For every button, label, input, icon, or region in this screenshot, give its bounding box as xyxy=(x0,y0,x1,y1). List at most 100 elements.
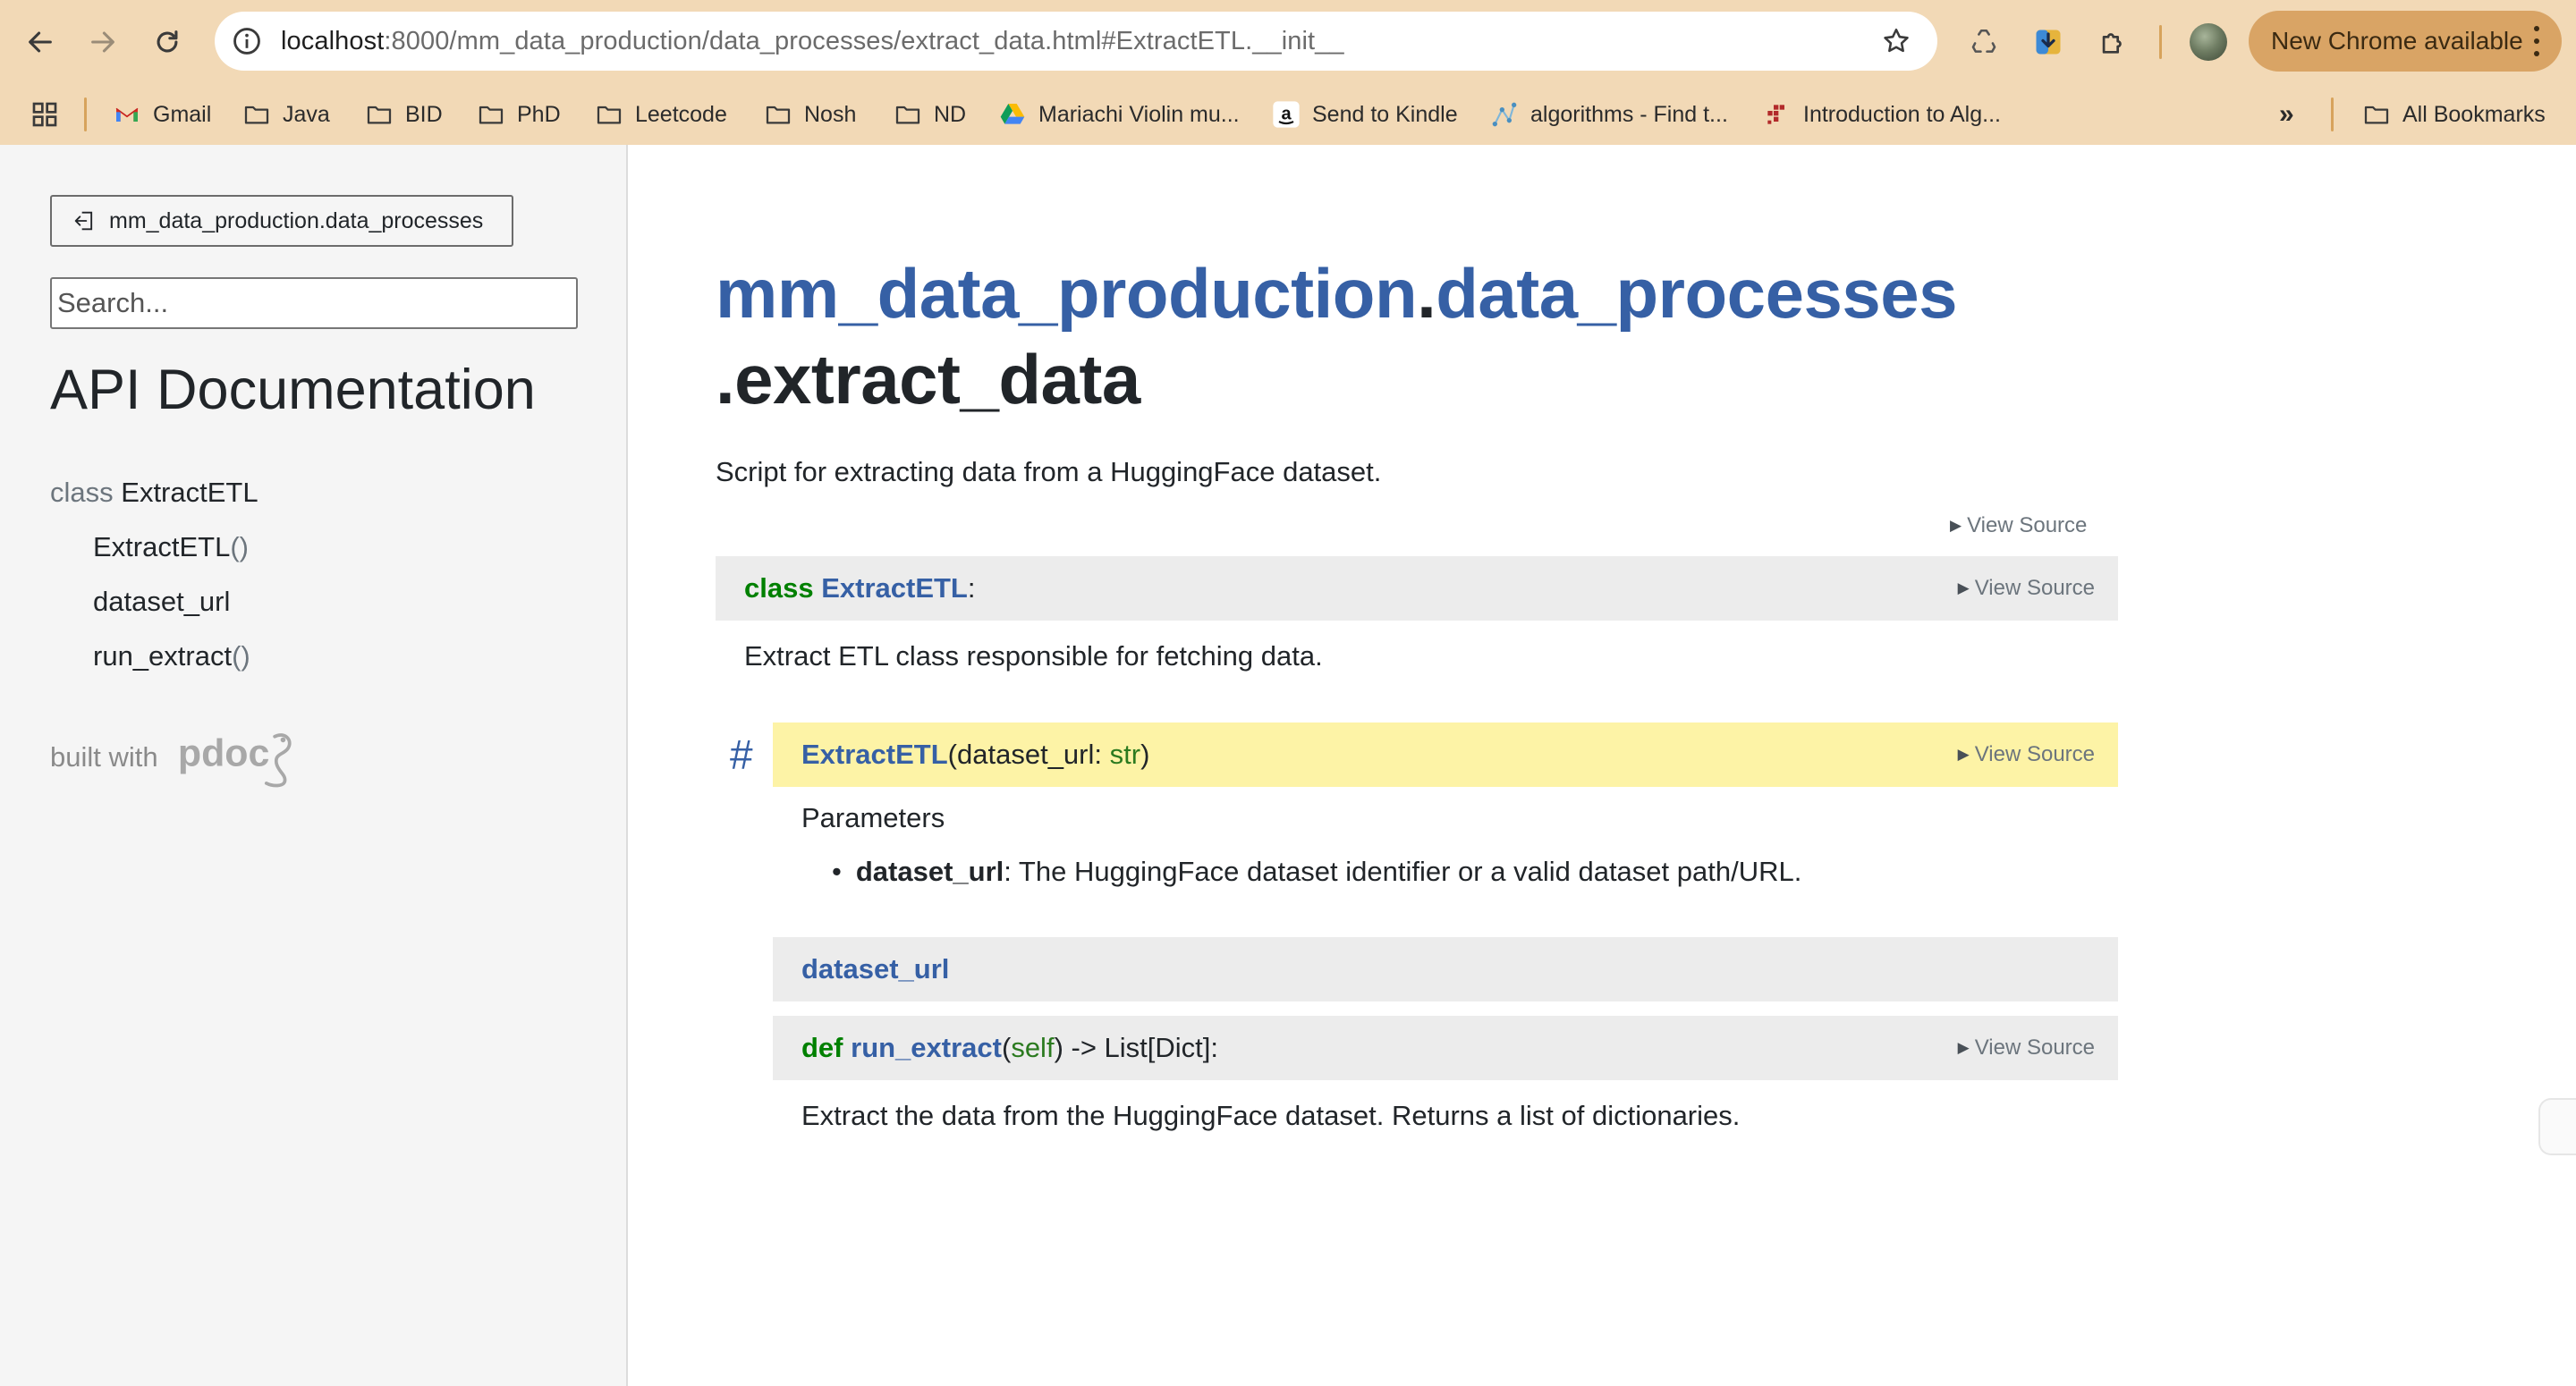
bookmarks-separator xyxy=(84,97,87,131)
folder-icon xyxy=(364,99,394,130)
folder-icon xyxy=(242,99,272,130)
graph-icon xyxy=(1489,99,1520,130)
init-name-link[interactable]: ExtractETL xyxy=(801,739,948,770)
apps-grid-icon[interactable] xyxy=(30,84,59,145)
api-documentation-heading: API Documentation xyxy=(50,359,536,421)
extensions-puzzle-icon[interactable] xyxy=(2090,20,2135,64)
title-package-link[interactable]: mm_data_production xyxy=(716,254,1418,333)
method-signature-text: def run_extract(self) -> List[Dict]: xyxy=(801,1016,1218,1080)
method-open-paren: ( xyxy=(1001,1032,1012,1063)
folder-icon xyxy=(594,99,624,130)
bookmark-label: Nosh xyxy=(804,101,857,127)
address-bar[interactable]: localhost:8000/mm_data_production/data_p… xyxy=(215,12,1937,71)
member-parens: () xyxy=(230,531,249,562)
sidebar-member-list: class ExtractETL ExtractETL() dataset_ur… xyxy=(50,465,258,683)
back-arrow-icon[interactable] xyxy=(18,20,63,64)
folder-icon xyxy=(2361,99,2392,130)
sidebar: mm_data_production.data_processes API Do… xyxy=(0,145,628,1386)
init-open-paren: ( xyxy=(947,739,957,770)
title-subpackage-link[interactable]: data_processes xyxy=(1436,254,1957,333)
all-bookmarks[interactable]: All Bookmarks xyxy=(2361,84,2546,145)
overflow-label: » xyxy=(2279,99,2294,129)
url-text[interactable]: localhost:8000/mm_data_production/data_p… xyxy=(281,12,1344,71)
sidebar-item-run-extract[interactable]: run_extract() xyxy=(50,629,258,683)
permalink-anchor[interactable]: # xyxy=(730,731,753,779)
built-with-label: built with xyxy=(50,741,158,773)
new-chrome-available-button[interactable]: New Chrome available xyxy=(2249,11,2562,72)
side-panel-handle[interactable] xyxy=(2538,1098,2576,1155)
sidebar-item-dataset-url[interactable]: dataset_url xyxy=(50,574,258,629)
bookmarks-bar: Gmail Java BID PhD Leetcode Nosh ND Mari… xyxy=(0,84,2576,146)
bookmark-leetcode[interactable]: Leetcode xyxy=(594,84,727,145)
attribute-signature: dataset_url xyxy=(773,937,2118,1001)
pdoc-logo-icon: pdoc xyxy=(176,726,301,789)
view-source-init[interactable]: ▶ View Source xyxy=(1958,742,2095,767)
bookmarks-separator xyxy=(2331,97,2334,131)
bookmark-java[interactable]: Java xyxy=(242,84,330,145)
bookmarks-overflow-chevron-icon[interactable]: » xyxy=(2279,84,2294,145)
amazon-icon: a xyxy=(1271,99,1301,130)
bookmark-nd[interactable]: ND xyxy=(893,84,966,145)
bookmark-label: algorithms - Find t... xyxy=(1530,101,1728,127)
sidebar-item-class-extractetl[interactable]: class ExtractETL xyxy=(50,465,258,520)
update-button-label: New Chrome available xyxy=(2271,27,2523,55)
method-return-annotation: ) -> List[Dict]: xyxy=(1054,1032,1219,1063)
profile-avatar[interactable] xyxy=(2190,23,2227,61)
disclosure-triangle-icon: ▶ xyxy=(1950,517,1962,534)
view-source-method[interactable]: ▶ View Source xyxy=(1958,1035,2095,1061)
class-keyword: class xyxy=(744,572,814,604)
view-source-class[interactable]: ▶ View Source xyxy=(1958,576,2095,601)
view-source-module[interactable]: ▶ View Source xyxy=(1950,513,2087,538)
parameter-list-item: • dataset_url: The HuggingFace dataset id… xyxy=(832,856,1801,888)
method-docstring: Extract the data from the HuggingFace da… xyxy=(801,1100,1741,1131)
bookmark-label: PhD xyxy=(517,101,561,127)
bookmark-gmail[interactable]: Gmail xyxy=(112,84,211,145)
disclosure-triangle-icon: ▶ xyxy=(1957,746,1970,763)
member-name: run_extract xyxy=(93,640,233,672)
download-extension-icon[interactable] xyxy=(2026,20,2071,64)
google-drive-icon xyxy=(997,99,1028,130)
bookmark-label: Mariachi Violin mu... xyxy=(1038,101,1240,127)
reload-icon[interactable] xyxy=(145,20,190,64)
parameter-description: : The HuggingFace dataset identifier or … xyxy=(1004,856,1802,887)
view-source-label: View Source xyxy=(1967,513,2088,537)
def-keyword: def xyxy=(801,1032,843,1063)
toolbar-separator xyxy=(2159,25,2162,59)
attribute-signature-text: dataset_url xyxy=(801,937,949,1001)
class-keyword: class xyxy=(50,477,114,508)
folder-icon xyxy=(893,99,923,130)
search-input[interactable] xyxy=(50,277,578,329)
bookmark-send-to-kindle[interactable]: a Send to Kindle xyxy=(1271,84,1458,145)
class-name: ExtractETL xyxy=(121,477,258,508)
bookmark-star-icon[interactable] xyxy=(1878,23,1914,59)
svg-text:a: a xyxy=(1281,104,1292,123)
bookmark-intro-to-algorithms[interactable]: Introduction to Alg... xyxy=(1762,84,2001,145)
bookmark-label: Gmail xyxy=(153,101,212,127)
module-docstring: Script for extracting data from a Huggin… xyxy=(716,456,1382,487)
bookmark-bid[interactable]: BID xyxy=(364,84,443,145)
box-arrow-left-icon xyxy=(72,207,98,234)
bookmark-algorithms[interactable]: algorithms - Find t... xyxy=(1489,84,1728,145)
built-with-pdoc[interactable]: built with pdoc xyxy=(50,726,301,789)
method-arg-self: self xyxy=(1011,1032,1055,1063)
bookmark-nosh[interactable]: Nosh xyxy=(763,84,856,145)
parent-module-button[interactable]: mm_data_production.data_processes xyxy=(50,195,513,247)
dots-logo-icon xyxy=(1762,99,1792,130)
parameter-name: dataset_url xyxy=(855,856,1004,887)
member-parens: () xyxy=(232,640,250,672)
bookmark-label: Java xyxy=(283,101,330,127)
class-colon: : xyxy=(967,572,976,604)
site-info-icon[interactable] xyxy=(227,21,267,61)
sidebar-item-extractetl-init[interactable]: ExtractETL() xyxy=(50,520,258,574)
kebab-menu-icon[interactable] xyxy=(2531,26,2542,56)
attribute-name-link[interactable]: dataset_url xyxy=(801,953,949,985)
init-arg-colon: : xyxy=(1094,739,1110,770)
forward-arrow-icon[interactable] xyxy=(80,20,125,64)
bookmark-mariachi[interactable]: Mariachi Violin mu... xyxy=(997,84,1240,145)
recycle-extension-icon[interactable] xyxy=(1962,20,2006,64)
bookmark-phd[interactable]: PhD xyxy=(476,84,561,145)
class-signature: class ExtractETL: ▶ View Source xyxy=(716,556,2118,621)
disclosure-triangle-icon: ▶ xyxy=(1957,1039,1970,1056)
method-name-link[interactable]: run_extract xyxy=(851,1032,1002,1063)
class-name-link[interactable]: ExtractETL xyxy=(821,572,968,604)
